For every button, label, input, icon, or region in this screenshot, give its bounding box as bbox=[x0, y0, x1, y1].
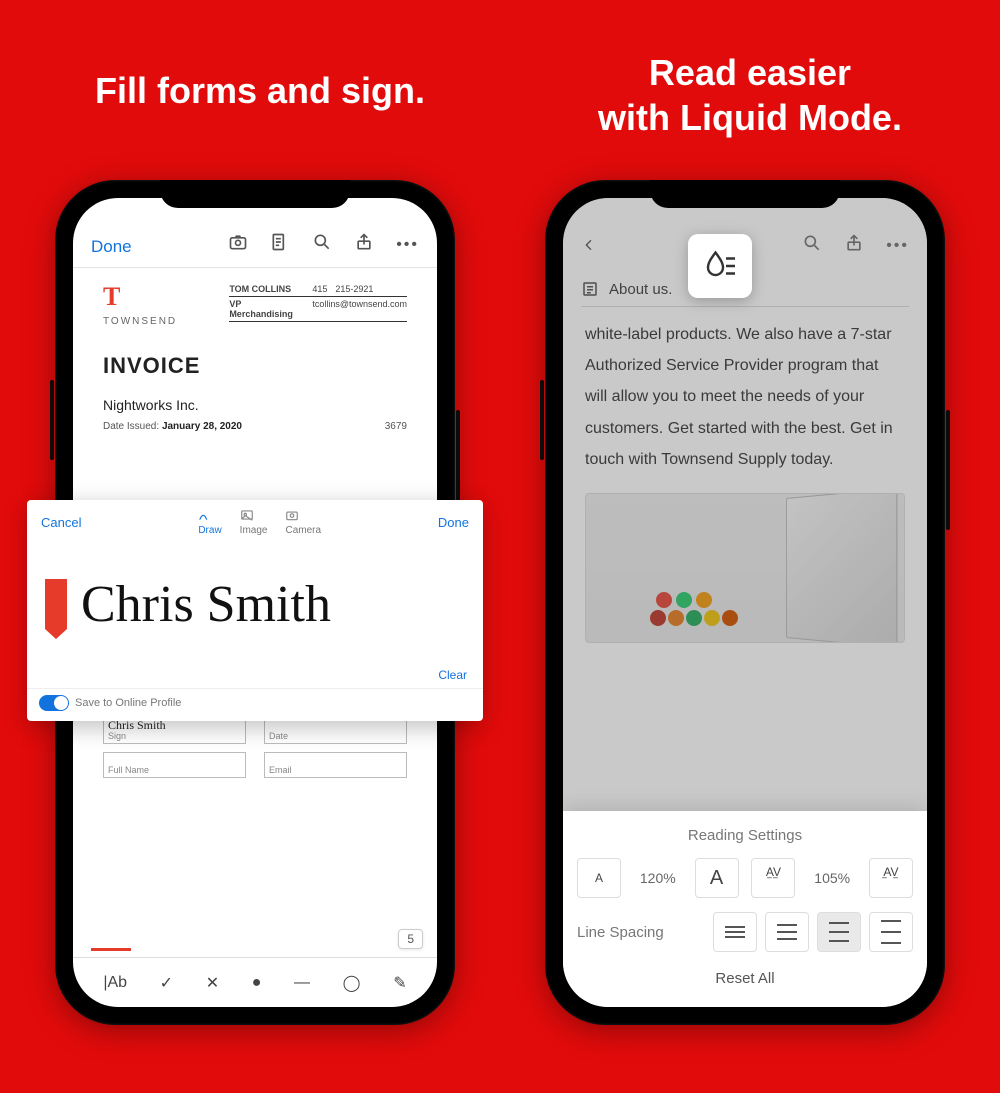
line-spacing-loose[interactable] bbox=[817, 912, 861, 952]
more-icon[interactable]: ••• bbox=[886, 237, 909, 255]
client-name: Nightworks Inc. bbox=[103, 397, 407, 413]
camera-icon[interactable] bbox=[228, 232, 248, 257]
fullname-field[interactable]: Full Name bbox=[103, 752, 246, 778]
back-button[interactable] bbox=[581, 237, 597, 258]
tab-draw[interactable]: Draw bbox=[198, 508, 221, 536]
contact-block: TOM COLLINS415215-2921 VP Merchandisingt… bbox=[229, 282, 407, 327]
circle-tool[interactable]: ◯ bbox=[343, 973, 361, 993]
page-badge: 5 bbox=[398, 929, 423, 949]
reading-settings-panel: Reading Settings A 120% A AV‾‾ 105% AV‾ … bbox=[563, 811, 927, 1007]
outline-icon bbox=[581, 280, 599, 298]
progress-mark bbox=[91, 948, 131, 951]
client-number: 3679 bbox=[385, 421, 407, 432]
char-spacing-increase[interactable]: AV‾ ‾ bbox=[869, 858, 913, 898]
fill-sign-toolbar: |Ab ✓ ✕ ● — ◯ ✎ bbox=[73, 957, 437, 1007]
save-label: Save to Online Profile bbox=[75, 697, 181, 709]
text-tool[interactable]: |Ab bbox=[103, 974, 127, 992]
product-image bbox=[585, 493, 905, 643]
text-size-increase[interactable]: A bbox=[695, 858, 739, 898]
dash-tool[interactable]: — bbox=[294, 974, 310, 992]
check-tool[interactable]: ✓ bbox=[160, 973, 173, 993]
section-title: About us. bbox=[609, 281, 672, 298]
sig-done-button[interactable]: Done bbox=[438, 515, 469, 530]
reset-all-button[interactable]: Reset All bbox=[577, 970, 913, 987]
document-area: T TOWNSEND TOM COLLINS415215-2921 VP Mer… bbox=[73, 268, 437, 432]
notch bbox=[650, 180, 840, 208]
char-spacing-decrease[interactable]: AV‾‾ bbox=[751, 858, 795, 898]
phone-right: ••• About us. white-label products. We a… bbox=[545, 180, 945, 1025]
x-tool[interactable]: ✕ bbox=[206, 973, 219, 993]
cancel-button[interactable]: Cancel bbox=[41, 515, 81, 530]
invoice-title: INVOICE bbox=[103, 353, 407, 379]
signature-value: Chris Smith bbox=[81, 575, 331, 634]
headline-right-line1: Read easier bbox=[649, 52, 851, 93]
screen-right: ••• About us. white-label products. We a… bbox=[563, 198, 927, 1007]
share-icon[interactable] bbox=[354, 232, 374, 257]
line-spacing-tight[interactable] bbox=[713, 912, 757, 952]
toolbar: Done ••• bbox=[73, 198, 437, 268]
line-spacing-label: Line Spacing bbox=[577, 924, 705, 941]
search-icon[interactable] bbox=[312, 232, 332, 257]
email-field[interactable]: Email bbox=[264, 752, 407, 778]
done-button[interactable]: Done bbox=[91, 237, 132, 257]
headline-right: Read easier with Liquid Mode. bbox=[540, 50, 960, 140]
adobe-ribbon-icon bbox=[45, 579, 67, 629]
body-text: white-label products. We also have a 7-s… bbox=[563, 307, 927, 487]
brand-logo: T bbox=[103, 282, 177, 312]
liquid-mode-icon[interactable] bbox=[270, 232, 290, 257]
signature-tool[interactable]: ✎ bbox=[393, 973, 406, 993]
phone-left: Done ••• T TOWNSEND TOM COLLINS415215-29… bbox=[55, 180, 455, 1025]
line-spacing-looser[interactable] bbox=[869, 912, 913, 952]
panel-title: Reading Settings bbox=[577, 827, 913, 844]
dot-tool[interactable]: ● bbox=[252, 974, 262, 992]
sign-field[interactable]: Chris Smith Sign bbox=[103, 718, 246, 744]
tab-camera[interactable]: Camera bbox=[285, 508, 321, 536]
headline-left: Fill forms and sign. bbox=[70, 70, 450, 112]
tab-image[interactable]: Image bbox=[240, 508, 268, 536]
share-icon[interactable] bbox=[844, 233, 864, 258]
signature-canvas[interactable]: Chris Smith bbox=[27, 544, 483, 664]
line-spacing-normal[interactable] bbox=[765, 912, 809, 952]
headline-right-line2: with Liquid Mode. bbox=[598, 97, 902, 138]
brand-name: TOWNSEND bbox=[103, 316, 177, 327]
liquid-mode-icon[interactable] bbox=[688, 234, 752, 298]
text-size-value: 120% bbox=[634, 870, 682, 886]
more-icon[interactable]: ••• bbox=[396, 236, 419, 254]
search-icon[interactable] bbox=[802, 233, 822, 258]
date-field[interactable]: Date bbox=[264, 718, 407, 744]
signature-popover: Cancel Draw Image Camera Done Chris Smit bbox=[27, 500, 483, 721]
char-spacing-value: 105% bbox=[808, 870, 856, 886]
clear-button[interactable]: Clear bbox=[27, 664, 483, 688]
text-size-decrease[interactable]: A bbox=[577, 858, 621, 898]
save-toggle[interactable] bbox=[39, 695, 69, 711]
notch bbox=[160, 180, 350, 208]
